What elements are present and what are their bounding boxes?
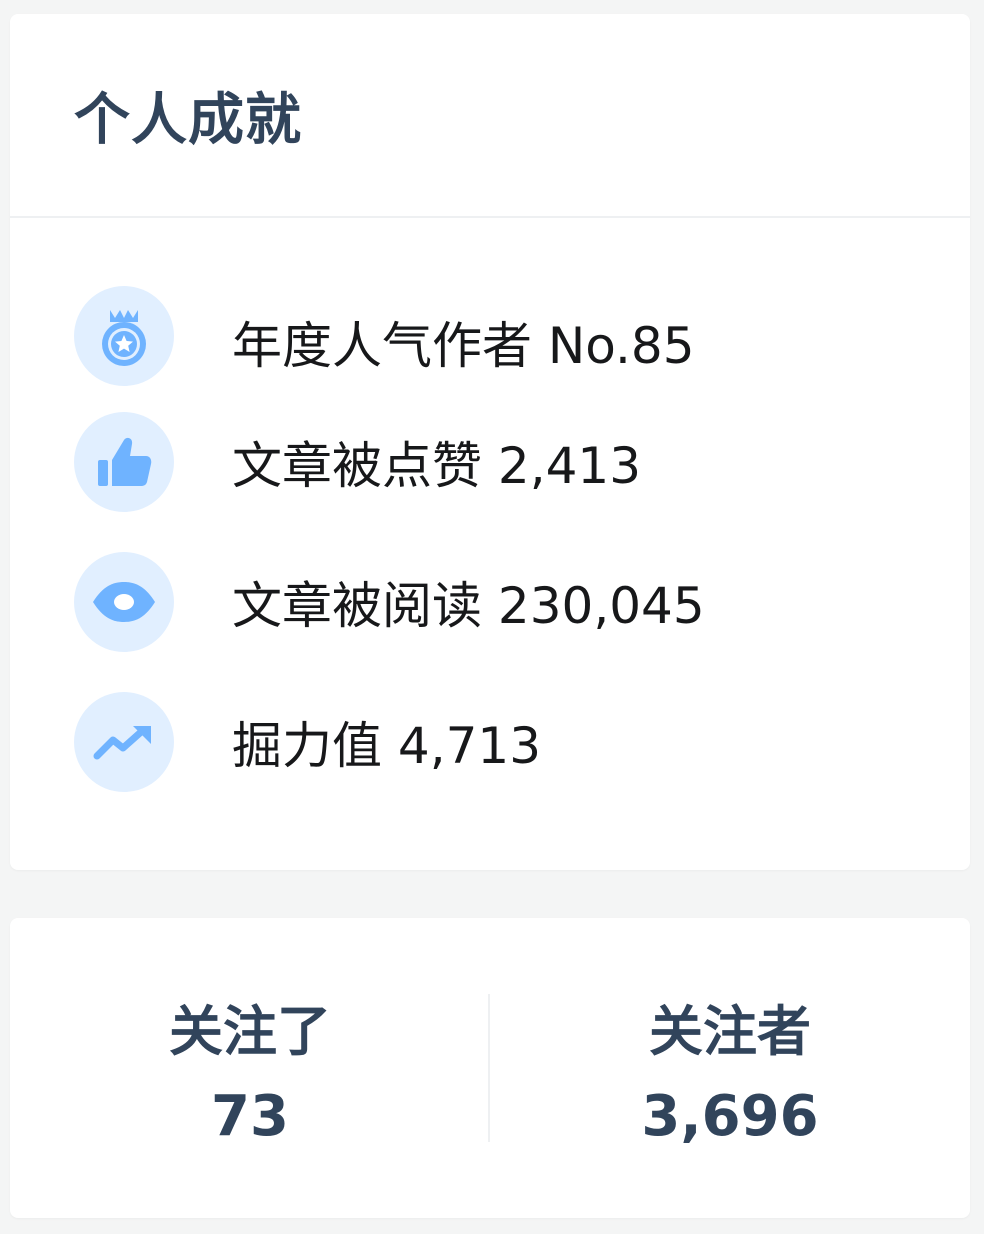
trend-up-icon: [74, 692, 174, 792]
followers-stat[interactable]: 关注者 3,696: [490, 918, 970, 1218]
achievements-title: 个人成就: [74, 87, 302, 153]
achievement-text: 掘力值 4,713: [232, 717, 542, 775]
achievements-card: 个人成就 年度人气作者 No.85 文章被点赞 2,413 文章被阅读 230,…: [10, 14, 970, 870]
following-label: 关注了: [169, 1000, 331, 1063]
achievement-power: 掘力值 4,713: [10, 672, 970, 812]
following-count: 73: [211, 1084, 289, 1149]
follow-card: 关注了 73 关注者 3,696: [10, 918, 970, 1218]
medal-icon: [74, 286, 174, 386]
followers-label: 关注者: [649, 1000, 811, 1063]
achievement-text: 文章被点赞 2,413: [232, 437, 642, 495]
eye-icon: [74, 552, 174, 652]
achievement-likes: 文章被点赞 2,413: [10, 392, 970, 532]
followers-count: 3,696: [641, 1084, 819, 1149]
achievements-list: 年度人气作者 No.85 文章被点赞 2,413 文章被阅读 230,045 掘…: [10, 218, 970, 812]
achievement-text: 文章被阅读 230,045: [232, 577, 705, 635]
achievement-reads: 文章被阅读 230,045: [10, 532, 970, 672]
achievement-popular-author: 年度人气作者 No.85: [10, 286, 970, 392]
following-stat[interactable]: 关注了 73: [10, 918, 490, 1218]
achievements-header: 个人成就: [10, 14, 970, 218]
thumbs-up-icon: [74, 412, 174, 512]
achievement-text: 年度人气作者 No.85: [232, 317, 695, 375]
